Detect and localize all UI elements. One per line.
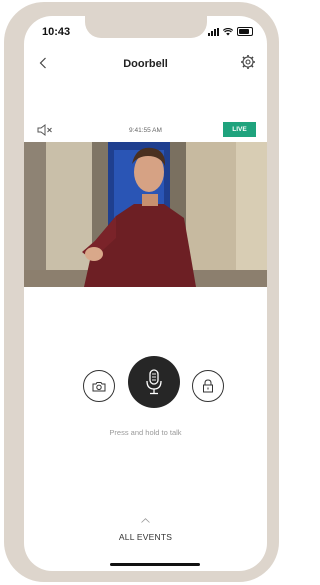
live-badge: LIVE [223,122,256,137]
wifi-icon [223,27,233,35]
events-drawer-handle[interactable] [24,516,267,525]
chevron-up-icon [141,518,150,523]
cellular-signal-icon [208,27,219,36]
phone-frame: 10:43 Doorbell 9:41:55 AM LIVE Press and… [4,2,279,582]
live-video-feed[interactable] [24,142,267,287]
home-indicator [110,563,200,566]
status-time: 10:43 [42,26,71,38]
microphone-icon [146,369,162,395]
all-events-link[interactable]: ALL EVENTS [24,532,267,542]
app-screen: 10:43 Doorbell 9:41:55 AM LIVE Press and… [24,16,267,571]
talk-hint: Press and hold to talk [109,428,182,437]
lock-icon [203,379,213,393]
unlock-button[interactable] [192,370,224,402]
snapshot-button[interactable] [83,370,115,402]
video-frame-image [24,142,267,287]
page-title: Doorbell [123,58,168,70]
push-to-talk-button[interactable] [128,356,180,408]
device-notch [85,16,207,38]
status-icons [208,27,253,36]
battery-icon [237,27,253,36]
settings-button[interactable] [240,54,256,70]
camera-icon [92,381,106,391]
gear-icon [241,55,255,69]
